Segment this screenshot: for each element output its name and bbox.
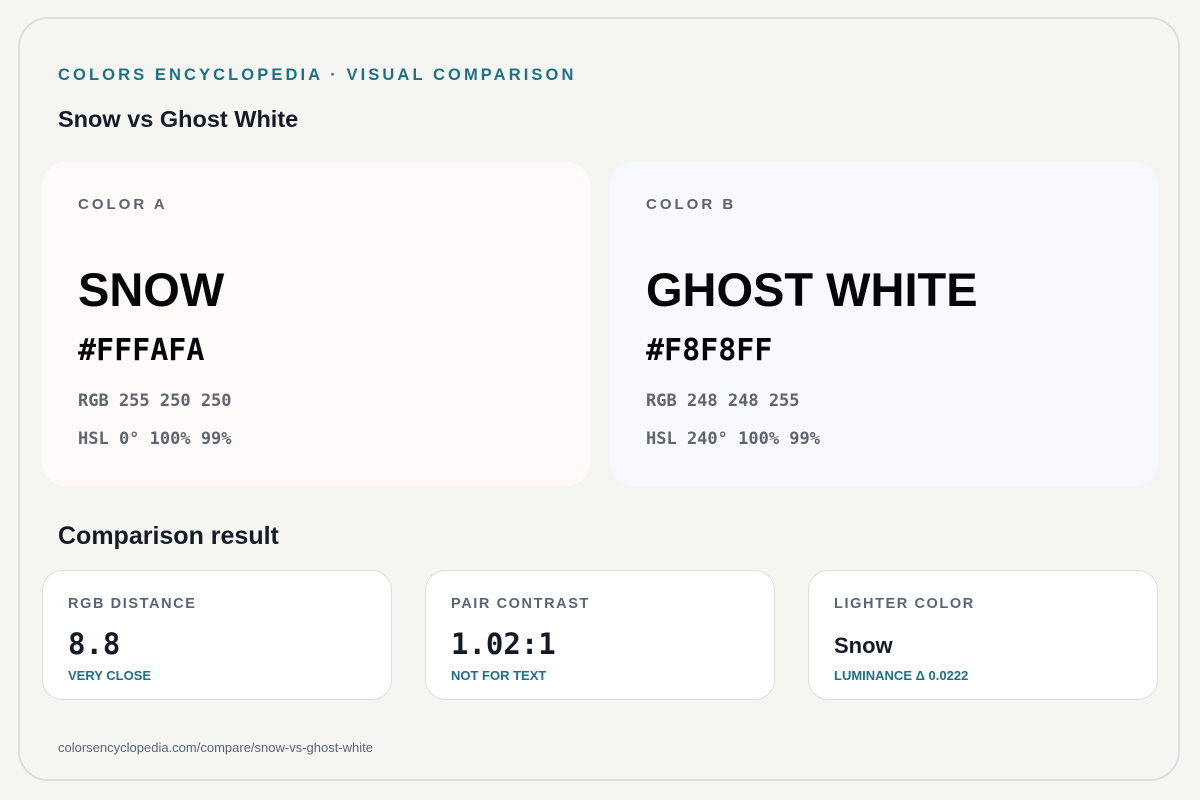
color-b-hsl: HSL 240° 100% 99% <box>646 429 820 449</box>
metric-label: LIGHTER COLOR <box>834 596 975 612</box>
color-a-rgb: RGB 255 250 250 <box>78 391 232 411</box>
color-b-swatch: COLOR B GHOST WHITE #F8F8FF RGB 248 248 … <box>610 162 1158 486</box>
metric-verdict: VERY CLOSE <box>68 668 152 683</box>
metric-verdict: LUMINANCE Δ 0.0222 <box>834 668 969 683</box>
color-b-label: COLOR B <box>646 196 737 213</box>
metric-card-lighter-color: LIGHTER COLOR Snow LUMINANCE Δ 0.0222 <box>808 570 1158 700</box>
color-a-hex: #FFFAFA <box>78 333 205 368</box>
color-b-hex: #F8F8FF <box>646 333 773 368</box>
color-a-swatch: COLOR A SNOW #FFFAFA RGB 255 250 250 HSL… <box>42 162 590 486</box>
color-a-name: SNOW <box>78 263 225 316</box>
page-title: Snow vs Ghost White <box>58 106 299 132</box>
metric-value: 8.8 <box>68 627 121 661</box>
color-a-label: COLOR A <box>78 196 168 213</box>
comparison-title: Comparison result <box>58 522 279 550</box>
metric-label: RGB DISTANCE <box>68 596 197 612</box>
color-a-hsl: HSL 0° 100% 99% <box>78 429 232 449</box>
metric-card-pair-contrast: PAIR CONTRAST 1.02:1 NOT FOR TEXT <box>425 570 775 700</box>
footer-url: colorsencyclopedia.com/compare/snow-vs-g… <box>58 740 374 755</box>
metric-label: PAIR CONTRAST <box>451 596 590 612</box>
eyebrow-label: COLORS ENCYCLOPEDIA · VISUAL COMPARISON <box>58 66 577 84</box>
metric-card-rgb-distance: RGB DISTANCE 8.8 VERY CLOSE <box>42 570 392 700</box>
color-b-rgb: RGB 248 248 255 <box>646 391 800 411</box>
metric-value: Snow <box>834 633 893 658</box>
metric-value: 1.02:1 <box>451 627 556 661</box>
color-b-name: GHOST WHITE <box>646 263 978 316</box>
metric-verdict: NOT FOR TEXT <box>451 668 547 683</box>
